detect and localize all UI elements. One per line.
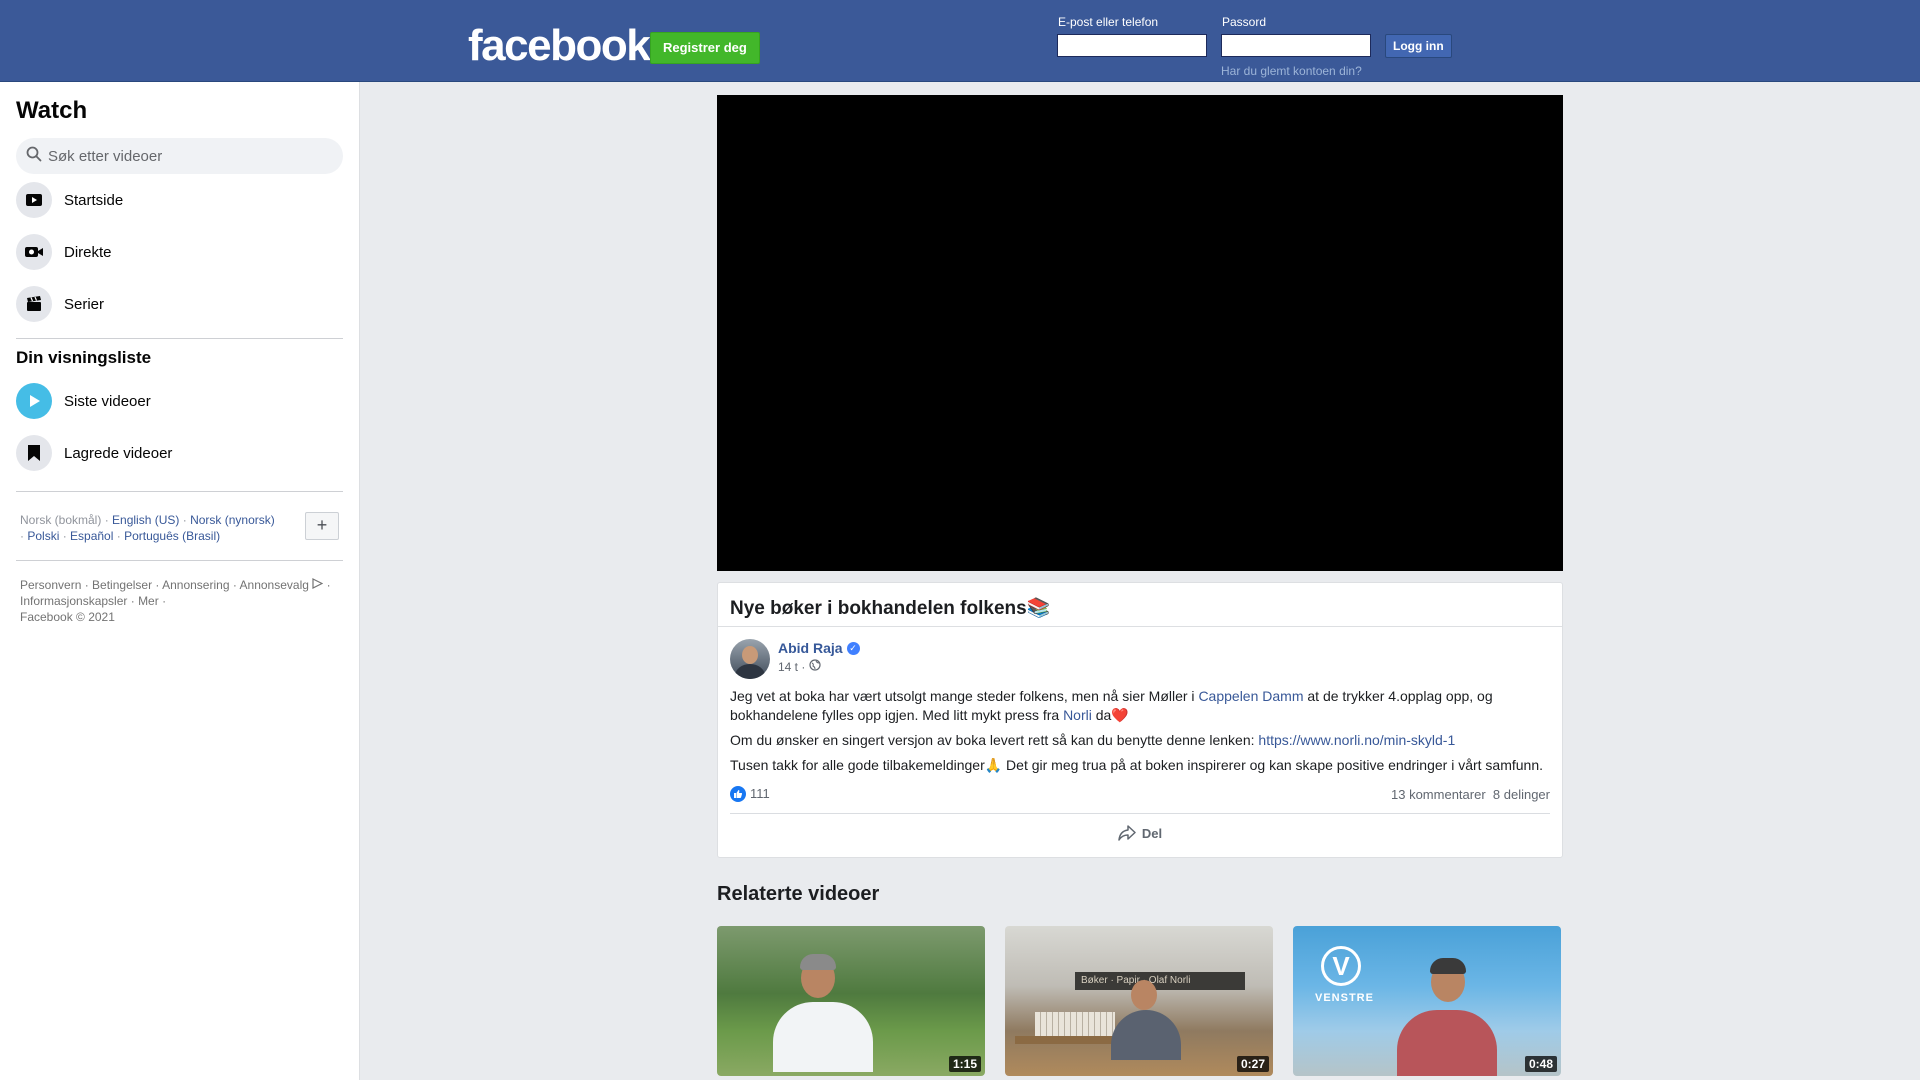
- post-meta: 14 t ·: [778, 659, 860, 675]
- post-time[interactable]: 14 t: [778, 659, 798, 675]
- venstre-logo-text: VENSTRE: [1315, 992, 1374, 1004]
- mention-link[interactable]: Cappelen Damm: [1198, 688, 1303, 704]
- language-link[interactable]: Español: [70, 529, 113, 543]
- post-text: da❤️: [1091, 707, 1129, 723]
- reactions[interactable]: 111: [730, 786, 770, 803]
- avatar[interactable]: [730, 639, 770, 679]
- post-paragraph: Jeg vet at boka har vært utsolgt mange s…: [730, 687, 1550, 725]
- book-stack: [1035, 1012, 1115, 1038]
- register-button[interactable]: Registrer deg: [650, 32, 760, 64]
- search-box[interactable]: [16, 138, 343, 174]
- forgot-account-link[interactable]: Har du glemt kontoen din?: [1221, 64, 1362, 78]
- copyright: Facebook © 2021: [20, 610, 115, 624]
- external-link[interactable]: https://www.norli.no/min-skyld-1: [1258, 732, 1455, 748]
- related-videos-title: Relaterte videoer: [717, 883, 880, 905]
- sidebar-item-label: Serier: [64, 295, 105, 313]
- password-label: Passord: [1222, 15, 1267, 29]
- sidebar-item-siste-videoer[interactable]: Siste videoer: [16, 375, 343, 427]
- video-duration: 1:15: [948, 1056, 981, 1072]
- share-count[interactable]: 8 delinger: [1493, 787, 1550, 802]
- search-input[interactable]: [42, 147, 333, 165]
- post-text: Om du ønsker en singert versjon av boka …: [730, 732, 1259, 748]
- post-text: Jeg vet at boka har vært utsolgt mange s…: [730, 688, 1199, 704]
- adchoices-icon: [312, 578, 324, 592]
- like-count: 111: [750, 785, 770, 801]
- sidebar-item-label: Siste videoer: [64, 392, 151, 410]
- sidebar-item-label: Startside: [64, 191, 124, 209]
- add-language-button[interactable]: +: [305, 512, 339, 540]
- play-circle-icon: [16, 383, 52, 419]
- sidebar-item-direkte[interactable]: Direkte: [16, 226, 343, 278]
- sidebar-item-startside[interactable]: Startside: [16, 174, 343, 226]
- post-body: Jeg vet at boka har vært utsolgt mange s…: [718, 679, 1562, 775]
- venstre-logo: V: [1321, 946, 1361, 986]
- search-icon: [26, 146, 42, 167]
- password-input[interactable]: [1221, 34, 1371, 57]
- live-camera-icon: [16, 234, 52, 270]
- language-link[interactable]: Português (Brasil): [124, 529, 220, 543]
- post-stats: 111 13 kommentarer 8 delinger: [718, 781, 1562, 807]
- related-video-thumbnail[interactable]: Bøker · Papir · Olaf Norli 0:27: [1005, 926, 1273, 1076]
- bookmark-icon: [16, 435, 52, 471]
- engagement-counts: 13 kommentarer 8 delinger: [1391, 787, 1550, 802]
- video-title: Nye bøker i bokhandelen folkens📚: [718, 583, 1562, 627]
- language-selector: Norsk (bokmål) · English (US) · Norsk (n…: [16, 500, 343, 552]
- play-video-icon: [16, 182, 52, 218]
- footer-link[interactable]: Mer: [138, 594, 159, 608]
- footer-links: Personvern · Betingelser · Annonsering ·…: [20, 578, 331, 624]
- post-card: Nye bøker i bokhandelen folkens📚 Abid Ra…: [717, 582, 1563, 858]
- footer-link[interactable]: Annonsevalg: [240, 578, 309, 592]
- globe-icon: [809, 659, 821, 675]
- video-duration: 0:48: [1524, 1056, 1557, 1072]
- sidebar-divider: [16, 491, 343, 492]
- share-icon: [1118, 825, 1136, 841]
- sidebar-divider: [16, 560, 343, 561]
- footer-link[interactable]: Betingelser: [92, 578, 152, 592]
- post-header: Abid Raja ✓ 14 t ·: [718, 627, 1562, 679]
- share-label: Del: [1141, 825, 1163, 841]
- footer-link[interactable]: Annonsering: [162, 578, 229, 592]
- related-video-thumbnail[interactable]: V VENSTRE 0:48: [1293, 926, 1561, 1076]
- video-duration: 0:27: [1236, 1056, 1269, 1072]
- language-link[interactable]: Norsk (nynorsk): [190, 513, 275, 527]
- footer-link[interactable]: Informasjonskapsler: [20, 594, 127, 608]
- footer-link[interactable]: Personvern: [20, 578, 81, 592]
- sidebar-divider: [16, 338, 343, 339]
- author-name-text[interactable]: Abid Raja: [778, 639, 843, 657]
- comment-count[interactable]: 13 kommentarer: [1391, 787, 1486, 802]
- sidebar-item-serier[interactable]: Serier: [16, 278, 343, 330]
- clapperboard-icon: [16, 286, 52, 322]
- facebook-logo[interactable]: facebook: [468, 22, 651, 70]
- email-label: E-post eller telefon: [1058, 15, 1159, 29]
- top-bar: facebook Registrer deg E-post eller tele…: [0, 0, 1920, 82]
- sidebar-item-label: Direkte: [64, 243, 112, 261]
- related-video-thumbnail[interactable]: 1:15: [717, 926, 985, 1076]
- sidebar: Watch Startside Direkte Serier Din visni…: [0, 82, 360, 1080]
- watchlist-title: Din visningsliste: [16, 348, 152, 367]
- store-sign: Bøker · Papir · Olaf Norli: [1075, 972, 1245, 990]
- language-link[interactable]: Polski: [27, 529, 59, 543]
- mention-link[interactable]: Norli: [1063, 707, 1092, 723]
- email-input[interactable]: [1057, 34, 1207, 57]
- author-name[interactable]: Abid Raja ✓: [778, 639, 860, 657]
- share-button[interactable]: Del: [718, 814, 1562, 852]
- login-button[interactable]: Logg inn: [1385, 34, 1452, 58]
- current-language: Norsk (bokmål): [20, 513, 102, 527]
- video-player[interactable]: [717, 95, 1563, 571]
- post-paragraph: Om du ønsker en singert versjon av boka …: [730, 731, 1550, 750]
- verified-badge-icon: ✓: [846, 641, 860, 655]
- language-link[interactable]: English (US): [112, 513, 179, 527]
- sidebar-item-label: Lagrede videoer: [64, 444, 173, 462]
- watch-title: Watch: [16, 97, 88, 124]
- like-icon: [730, 786, 746, 803]
- post-paragraph: Tusen takk for alle gode tilbakemeldinge…: [730, 757, 1544, 773]
- sidebar-item-lagrede-videoer[interactable]: Lagrede videoer: [16, 427, 343, 479]
